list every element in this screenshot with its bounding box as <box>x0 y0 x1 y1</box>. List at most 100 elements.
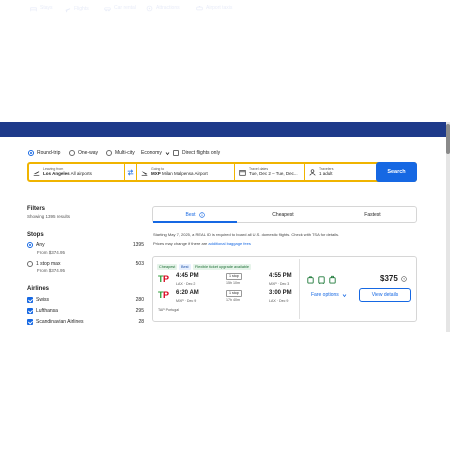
taxi-icon <box>196 5 203 10</box>
inbound-arrive-time: 3:00 PM <box>269 290 292 296</box>
airline-filter-scandinavian[interactable]: Scandinavian Airlines 28 <box>27 319 144 325</box>
leaving-from-value: All airports <box>70 171 92 176</box>
inbound-arrive-sub: LAX · Dec 9 <box>269 299 289 303</box>
stops-option-price: From $374.95 <box>37 268 66 273</box>
nav-item-airport-taxis[interactable]: Airport taxis <box>196 3 232 13</box>
personal-item-icon <box>307 276 314 284</box>
swap-locations-button[interactable] <box>125 163 137 181</box>
radio-icon <box>27 242 33 248</box>
airlines-title: Airlines <box>27 286 50 292</box>
radio-icon <box>28 150 34 156</box>
plane-icon <box>64 7 71 12</box>
plane-landing-icon <box>141 170 148 176</box>
car-icon <box>104 6 111 11</box>
airline-filter-lufthansa[interactable]: Lufthansa 295 <box>27 308 144 314</box>
airline-filter-label: Lufthansa <box>36 308 58 314</box>
going-to-value: Milan Malpensa Airport <box>162 171 208 176</box>
ticket-icon <box>146 5 153 11</box>
cabin-class-value: Economy <box>141 150 162 156</box>
inbound-depart-sub: MXP · Dec 9 <box>176 299 197 303</box>
stops-option-price: From $374.95 <box>37 250 66 255</box>
tag-best: Best <box>179 264 191 270</box>
chevron-down-icon <box>165 151 170 155</box>
inbound-depart-time: 6:20 AM <box>176 290 199 296</box>
chevron-down-icon <box>342 293 347 297</box>
tap-portugal-logo: T P <box>158 290 169 299</box>
tag-cheapest: Cheapest <box>157 264 178 270</box>
nav-item-label: Flights <box>74 6 89 12</box>
results-count: Showing 1395 results <box>27 214 71 219</box>
nav-item-label: Attractions <box>156 5 180 11</box>
checked-bag-icon <box>329 275 336 284</box>
tab-label: Fastest <box>364 211 381 218</box>
trip-type-label: One-way <box>78 150 99 156</box>
stops-option-label: 1 stop max <box>36 261 61 267</box>
trip-type-multi-city[interactable]: Multi-city <box>106 150 135 156</box>
trip-type-label: Round-trip <box>37 150 61 156</box>
outbound-duration: 15h 10m <box>226 281 240 285</box>
airline-name: TAP Portugal <box>158 308 180 312</box>
checkbox-icon <box>27 308 33 314</box>
baggage-notice: Prices may change if there are additiona… <box>153 241 251 246</box>
leaving-from-field[interactable]: Leaving from Los Angeles All airports <box>29 163 125 181</box>
direct-flights-checkbox[interactable]: Direct flights only <box>173 150 220 156</box>
nav-item-flights[interactable]: Flights <box>58 2 95 16</box>
top-nav <box>0 122 446 137</box>
svg-text:P: P <box>163 290 169 299</box>
airline-filter-count: 295 <box>135 308 144 314</box>
radio-icon <box>69 150 75 156</box>
stops-option-any[interactable]: Any 1395 <box>27 242 144 248</box>
price-info-icon[interactable]: ? <box>401 276 407 282</box>
outbound-arrive-time: 4:55 PM <box>269 273 292 279</box>
svg-text:P: P <box>163 274 169 283</box>
active-tab-indicator <box>153 221 237 223</box>
travelers-field[interactable]: Travelers 1 adult <box>305 163 376 181</box>
carry-on-bag-icon <box>318 276 325 284</box>
direct-flights-label: Direct flights only <box>182 150 221 156</box>
nav-item-attractions[interactable]: Attractions <box>146 3 180 13</box>
calendar-icon <box>239 169 246 176</box>
checkbox-icon <box>27 297 33 303</box>
scrollbar-thumb[interactable] <box>446 124 450 154</box>
nav-item-car-rental[interactable]: Car rental <box>104 3 136 13</box>
going-to-field[interactable]: Going to MXP Milan Malpensa Airport <box>137 163 235 181</box>
person-icon <box>309 168 316 176</box>
tab-label: Best <box>185 211 196 218</box>
svg-text:?: ? <box>403 277 405 281</box>
nav-item-label: Stays <box>40 5 53 11</box>
tag-flexible-ticket: Flexible ticket upgrade available <box>193 264 252 270</box>
trip-type-label: Multi-city <box>115 150 135 156</box>
outbound-depart-sub: LAX · Dec 2 <box>176 282 196 286</box>
tab-fastest[interactable]: Fastest <box>329 206 416 223</box>
baggage-note: Prices may change if there are <box>153 241 208 246</box>
travel-dates-field[interactable]: Travel dates Tue, Dec 2 – Tue, Dec... <box>235 163 305 181</box>
inbound-duration: 17h 40m <box>226 298 240 302</box>
travel-dates-value: Tue, Dec 2 – Tue, Dec... <box>249 171 298 176</box>
leaving-from-city: Los Angeles <box>43 171 70 176</box>
airline-filter-swiss[interactable]: Swiss 280 <box>27 297 144 303</box>
stops-option-1-stop[interactable]: 1 stop max 503 <box>27 261 144 267</box>
trip-type-one-way[interactable]: One-way <box>69 150 98 156</box>
cabin-class-select[interactable]: Economy <box>141 150 170 156</box>
filters-title: Filters <box>27 206 46 212</box>
card-divider <box>299 259 300 319</box>
nav-item-label: Car rental <box>114 5 136 11</box>
airline-filter-count: 280 <box>135 297 144 303</box>
plane-takeoff-icon <box>33 170 40 176</box>
radio-icon <box>106 150 112 156</box>
view-details-button[interactable]: View details <box>359 288 411 302</box>
search-button[interactable]: Search <box>376 162 417 182</box>
trip-type-round-trip[interactable]: Round-trip <box>28 150 60 156</box>
swap-icon <box>127 168 134 176</box>
baggage-fees-link[interactable]: additional baggage fees <box>208 241 250 246</box>
airline-filter-count: 28 <box>138 319 144 325</box>
info-icon <box>198 211 205 218</box>
bed-icon <box>30 6 37 11</box>
price: $375 <box>380 274 398 283</box>
airline-filter-label: Swiss <box>36 297 50 303</box>
fare-options-dropdown[interactable]: Fare options <box>311 292 347 298</box>
going-to-code: MXP <box>151 171 161 176</box>
nav-item-stays[interactable]: Stays <box>30 3 53 13</box>
tab-cheapest[interactable]: Cheapest <box>237 206 329 223</box>
tap-portugal-logo: T P <box>158 274 169 283</box>
